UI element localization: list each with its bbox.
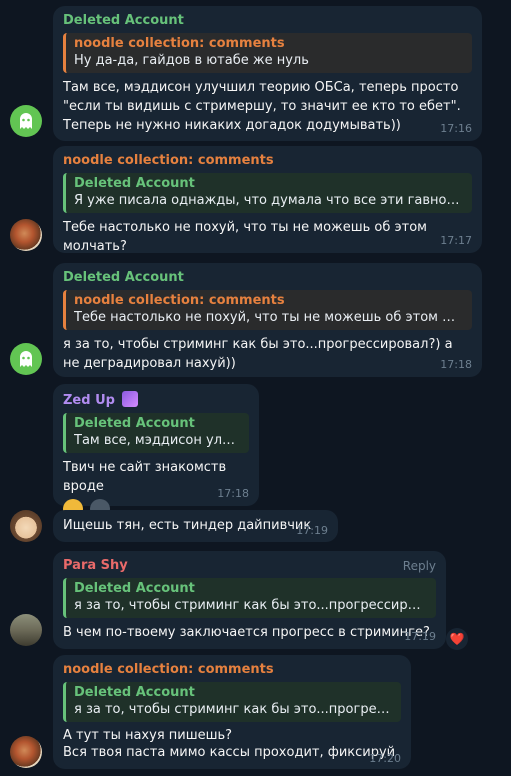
message-text: Тебе настолько не похуй, что ты не можеш… [63, 220, 427, 254]
quote-sender: Deleted Account [74, 176, 195, 191]
sender-name[interactable]: noodle collection: comments [63, 153, 472, 169]
reply-quote[interactable]: Deleted Account Я уже писала однажды, чт… [63, 173, 472, 213]
quote-sender: Deleted Account [74, 581, 195, 596]
person-avatar-icon[interactable] [10, 614, 42, 646]
reply-quote[interactable]: Deleted Account Там все, мэддисон улучш.… [63, 413, 249, 453]
quote-sender: noodle collection: comments [74, 293, 285, 308]
food-avatar-icon[interactable] [10, 736, 42, 768]
quote-text: я за то, чтобы стриминг как бы это...про… [74, 702, 393, 717]
message-time: 17:20 [369, 752, 401, 765]
ghost-avatar-icon[interactable] [10, 343, 42, 375]
message-bubble[interactable]: Deleted Account noodle collection: comme… [53, 263, 482, 377]
cartoon-avatar-icon[interactable] [10, 510, 42, 542]
message-time: 17:19 [296, 524, 328, 537]
message-time: 17:17 [440, 234, 472, 247]
reply-quote[interactable]: noodle collection: comments Тебе настоль… [63, 290, 472, 330]
message-bubble[interactable]: Para Shy Reply Deleted Account я за то, … [53, 551, 446, 649]
sender-name[interactable]: Zed Up [63, 391, 249, 409]
message-time: 17:18 [217, 487, 249, 500]
message-text: А тут ты нахуя пишешь? Вся твоя паста ми… [63, 728, 396, 760]
sender-name[interactable]: Deleted Account [63, 270, 472, 286]
message-bubble[interactable]: Zed Up Deleted Account Там все, мэддисон… [53, 384, 259, 519]
ghost-avatar-icon[interactable] [10, 105, 42, 137]
message-text: я за то, чтобы стриминг как бы это...про… [63, 337, 453, 371]
message-time: 17:16 [440, 122, 472, 135]
quote-text: Тебе настолько не похуй, что ты не можеш… [74, 310, 464, 325]
message-text: Там все, мэддисон улучшил теорию ОБСа, т… [63, 80, 461, 133]
message-text: Ищешь тян, есть тиндер дайпивчик [63, 518, 312, 533]
sender-name[interactable]: Deleted Account [63, 13, 472, 29]
message-bubble[interactable]: noodle collection: comments Deleted Acco… [53, 146, 482, 254]
sender-label: Zed Up [63, 393, 115, 408]
reply-button[interactable]: Reply [403, 559, 436, 573]
sender-name[interactable]: Para Shy [63, 558, 436, 574]
message-text: В чем по-твоему заключается прогресс в с… [63, 625, 430, 640]
message-bubble[interactable]: noodle collection: comments Deleted Acco… [53, 655, 411, 769]
food-avatar-icon[interactable] [10, 219, 42, 251]
message-bubble[interactable]: Ищешь тян, есть тиндер дайпивчик 17:19 [53, 510, 338, 542]
reply-quote[interactable]: Deleted Account я за то, чтобы стриминг … [63, 682, 401, 722]
message-time: 17:18 [440, 358, 472, 371]
message-time: 17:19 [404, 630, 436, 643]
message-bubble[interactable]: Deleted Account noodle collection: comme… [53, 6, 482, 141]
quote-sender: Deleted Account [74, 416, 195, 431]
reply-quote[interactable]: noodle collection: comments Ну да-да, га… [63, 33, 472, 73]
quote-text: Там все, мэддисон улучш... [74, 433, 241, 448]
sender-name[interactable]: noodle collection: comments [63, 662, 401, 678]
heart-reaction-icon[interactable]: ❤️ [446, 628, 468, 650]
unicorn-emoji-icon [122, 391, 139, 407]
quote-text: Ну да-да, гайдов в ютабе же нуль [74, 53, 309, 68]
quote-sender: noodle collection: comments [74, 36, 285, 51]
quote-text: Я уже писала однажды, что думала что все… [74, 193, 464, 208]
reply-quote[interactable]: Deleted Account я за то, чтобы стриминг … [63, 578, 436, 618]
quote-sender: Deleted Account [74, 685, 195, 700]
quote-text: я за то, чтобы стриминг как бы это...про… [74, 598, 428, 613]
